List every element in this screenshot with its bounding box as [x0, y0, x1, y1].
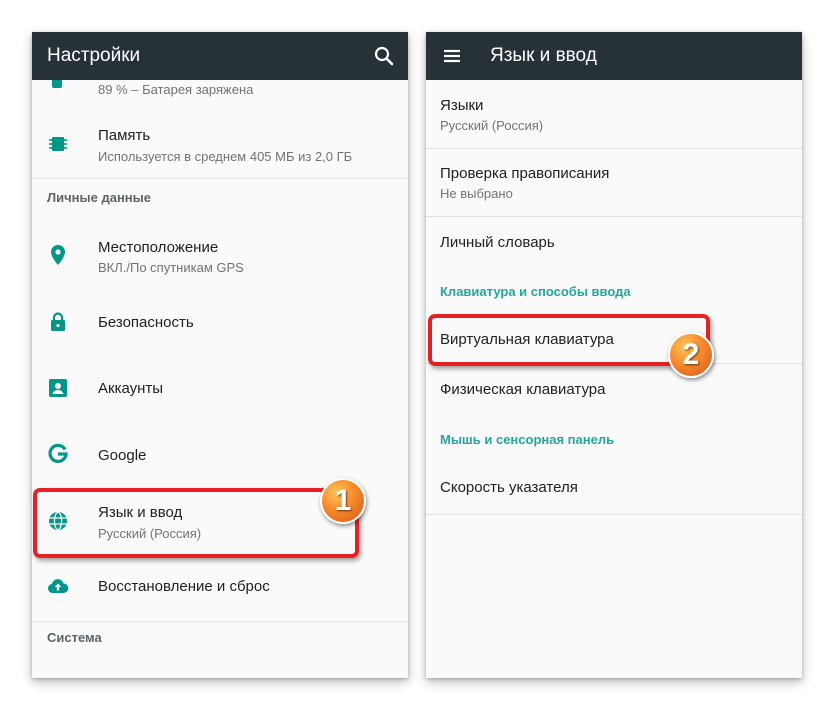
language-app-bar: Язык и ввод: [426, 32, 802, 80]
memory-subtitle: Используется в среднем 405 МБ из 2,0 ГБ: [98, 149, 353, 164]
location-subtitle: ВКЛ./По спутникам GPS: [98, 260, 244, 275]
languages-title: Языки: [440, 97, 484, 114]
battery-icon: [52, 80, 62, 88]
step-badge-2: 2: [668, 332, 714, 378]
language-screen-title: Язык и ввод: [490, 45, 597, 66]
search-icon[interactable]: [372, 44, 396, 68]
spellcheck-subtitle: Не выбрано: [440, 186, 513, 201]
pointer-speed-title: Скорость указателя: [440, 479, 578, 496]
settings-app-bar: Настройки: [32, 32, 408, 80]
highlight-language-input: [33, 488, 359, 558]
section-personal-data: Личные данные: [47, 190, 151, 205]
personal-dictionary-title: Личный словарь: [440, 234, 555, 251]
location-pin-icon: [51, 245, 65, 265]
settings-screen: Настройки 89 % – Батарея заряжена Память…: [32, 32, 408, 678]
security-item[interactable]: Безопасность: [32, 290, 408, 356]
physical-keyboard-title: Физическая клавиатура: [440, 381, 606, 398]
section-mouse-touchpad: Мышь и сенсорная панель: [440, 432, 615, 447]
accounts-title: Аккаунты: [98, 380, 164, 397]
lock-icon: [51, 312, 65, 331]
divider: [32, 621, 408, 622]
pointer-speed-item[interactable]: Скорость указателя: [426, 462, 802, 514]
spellcheck-item[interactable]: Проверка правописания Не выбрано: [426, 149, 802, 216]
google-item[interactable]: Google: [32, 422, 408, 488]
google-g-icon: [48, 443, 68, 463]
memory-chip-icon: [49, 137, 67, 151]
menu-icon[interactable]: [440, 44, 464, 68]
security-title: Безопасность: [98, 314, 194, 331]
divider: [32, 178, 408, 179]
google-title: Google: [98, 447, 147, 464]
account-box-icon: [49, 379, 67, 397]
personal-dictionary-item[interactable]: Личный словарь: [426, 217, 802, 273]
physical-keyboard-item[interactable]: Физическая клавиатура: [426, 364, 802, 416]
memory-title: Память: [98, 127, 151, 144]
accounts-item[interactable]: Аккаунты: [32, 356, 408, 422]
cloud-upload-icon: [47, 579, 69, 594]
languages-subtitle: Русский (Россия): [440, 118, 544, 133]
spellcheck-title: Проверка правописания: [440, 165, 610, 182]
memory-item[interactable]: Память Используется в среднем 405 МБ из …: [32, 112, 408, 178]
battery-item[interactable]: 89 % – Батарея заряжена: [32, 80, 408, 110]
location-title: Местоположение: [98, 239, 219, 256]
battery-subtitle: 89 % – Батарея заряжена: [98, 82, 254, 97]
backup-reset-item[interactable]: Восстановление и сброс: [32, 554, 408, 620]
section-keyboard-input: Клавиатура и способы ввода: [440, 284, 631, 299]
settings-title: Настройки: [47, 45, 141, 66]
backup-reset-title: Восстановление и сброс: [98, 578, 270, 595]
section-system: Система: [47, 630, 102, 645]
location-item[interactable]: Местоположение ВКЛ./По спутникам GPS: [32, 222, 408, 288]
step-badge-1: 1: [320, 478, 366, 524]
languages-item[interactable]: Языки Русский (Россия): [426, 80, 802, 148]
divider: [426, 514, 802, 515]
